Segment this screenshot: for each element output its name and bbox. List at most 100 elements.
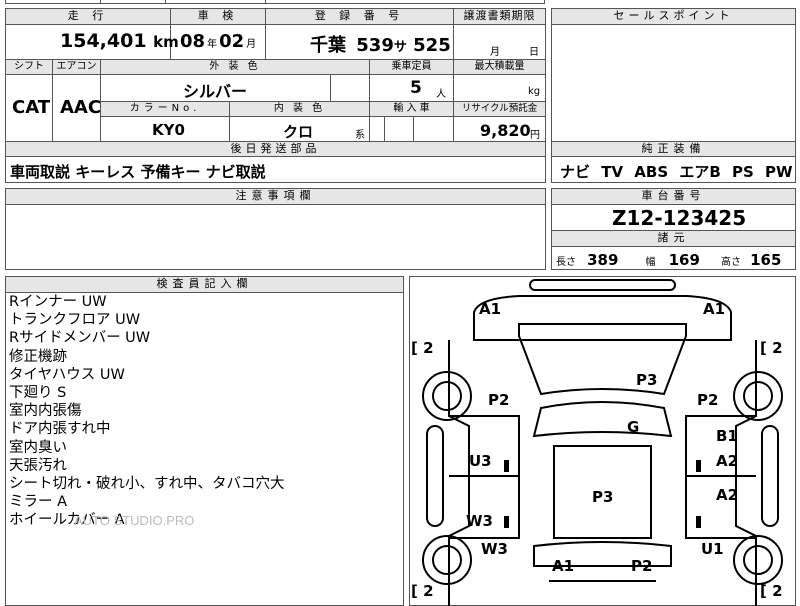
- equipment-header: 純正装備: [552, 142, 795, 157]
- mileage-number: 154,401: [60, 30, 147, 52]
- interior-color-value: クロ: [283, 123, 314, 141]
- mark-right-front-door-top: B1: [716, 427, 738, 445]
- vehicle-info-grid: [5, 8, 546, 142]
- inspector-header: 検査員記入欄: [6, 277, 403, 292]
- length-label: 長さ: [556, 257, 576, 268]
- inspector-note-item: シート切れ・破れ小、すれ中、タバコ穴大: [9, 476, 285, 493]
- inspector-note-item: Rインナー UW: [9, 294, 107, 310]
- sales-point-header: セールスポイント: [552, 9, 795, 24]
- mark-tire-fl: [ 2: [411, 339, 434, 357]
- inspector-note-item: トランクフロア UW: [9, 312, 141, 329]
- plate-header: 登 録 番 号: [266, 9, 453, 24]
- windshield: [532, 401, 673, 438]
- equipment-value: ナビ TV ABS エアB PS PW: [560, 163, 793, 181]
- inspector-note-item: Rサイドメンバー UW: [9, 330, 151, 347]
- mark-right-quarter: U1: [701, 540, 724, 558]
- handle-lf: [504, 460, 509, 472]
- recycle-header: リサイクル預託金: [454, 102, 545, 116]
- tire-fr-value: 2: [772, 339, 783, 357]
- front-bumper-outline: [473, 295, 732, 341]
- caution-header: 注意事項欄: [6, 189, 545, 204]
- mark-front-right: A1: [703, 300, 726, 318]
- mark-left-quarter: W3: [481, 540, 508, 558]
- inspector-note-item: 下廻り S: [9, 385, 67, 402]
- shaken-month: 02: [219, 31, 245, 52]
- exterior-color-value: シルバー: [183, 82, 248, 101]
- mark-windshield: G: [627, 418, 640, 436]
- interior-color-unit: 系: [355, 130, 365, 141]
- tire-rl-value: 2: [423, 582, 434, 600]
- mileage-value: 154,401 km: [60, 30, 179, 52]
- shift-value: CAT: [12, 97, 51, 118]
- top-partial-row: [5, 0, 545, 4]
- handle-rf: [696, 460, 701, 472]
- wheel-front-left: [432, 381, 462, 411]
- mark-left-front-door: U3: [469, 452, 492, 470]
- mark-roof: P3: [592, 488, 614, 506]
- color-no-header: カラーNo.: [101, 102, 229, 116]
- shaken-month-unit: 月: [246, 39, 257, 50]
- inspector-note-item: ミラー A: [9, 494, 68, 511]
- mark-rear-right: P2: [631, 557, 653, 575]
- plate-kana: サ: [393, 40, 407, 55]
- mark-tire-fr: [ 2: [760, 339, 783, 357]
- inspector-notes: Rインナー UW トランクフロア UW Rサイドメンバー UW 修正機跡 タイヤハウス …: [9, 293, 285, 530]
- right-sill: [761, 425, 779, 527]
- mark-tire-rl: [ 2: [411, 582, 434, 600]
- aircon-header: エアコン: [53, 60, 100, 74]
- tire-front-left: [422, 371, 472, 421]
- mark-left-fender: P2: [488, 391, 510, 409]
- length-value: 389: [587, 251, 619, 269]
- transfer-day: 日: [529, 47, 539, 58]
- watermark: AUTO STUDIO.PRO: [74, 513, 195, 528]
- inspector-note-item: 室内内張傷: [9, 403, 82, 420]
- capacity-unit: 人: [436, 89, 446, 100]
- maxload-header: 最大積載量: [454, 60, 545, 74]
- handle-lr: [504, 516, 509, 528]
- later-parts-header: 後日発送部品: [6, 142, 545, 157]
- aircon-value: AAC: [60, 97, 102, 118]
- capacity-value: 5: [410, 78, 422, 98]
- plate-region: 千葉: [310, 35, 346, 56]
- shaken-header: 車 検: [171, 9, 265, 24]
- mark-tire-rr: [ 2: [760, 582, 783, 600]
- car-diagram: [422, 279, 783, 606]
- mark-front-left: A1: [479, 300, 502, 318]
- height-value: 165: [750, 251, 782, 269]
- tire-rear-left: [422, 535, 472, 585]
- mark-rear-left: A1: [552, 557, 575, 575]
- plate-value: 千葉 539サ 525: [310, 31, 451, 57]
- wheel-front-right: [743, 381, 773, 411]
- height-label: 高さ: [721, 257, 741, 268]
- tire-front-right: [733, 371, 783, 421]
- interior-header: 内 装 色: [230, 102, 369, 116]
- dimensions-row: 長さ 389 幅 169 高さ 165: [556, 250, 781, 269]
- mark-right-rear-door: A2: [716, 486, 739, 504]
- recycle-fee-value: 9,820: [480, 121, 531, 140]
- mileage-header: 走 行: [6, 9, 170, 24]
- left-sill: [426, 425, 444, 527]
- maxload-unit: kg: [528, 86, 541, 97]
- transfer-header: 譲渡書類期限: [454, 9, 545, 24]
- inspector-note-item: 天張汚れ: [9, 457, 67, 474]
- mileage-unit: km: [153, 33, 179, 51]
- import-header: 輸 入 車: [370, 102, 453, 116]
- front-bumper: [529, 279, 676, 291]
- later-parts-value: 車両取説 キーレス 予備キー ナビ取説: [10, 163, 266, 181]
- inspector-note-item: タイヤハウス UW: [9, 366, 125, 383]
- mark-hood: P3: [636, 371, 658, 389]
- wheel-rear-right: [743, 545, 773, 575]
- inspector-note-item: 室内臭い: [9, 439, 67, 456]
- tire-rear-right: [733, 535, 783, 585]
- wheel-rear-left: [432, 545, 462, 575]
- hood: [518, 323, 687, 396]
- inspector-note-item: ドア内張すれ中: [9, 421, 111, 438]
- mark-right-fender: P2: [697, 391, 719, 409]
- exterior-header: 外 装 色: [101, 60, 369, 74]
- chassis-number: Z12-123425: [612, 206, 747, 230]
- shaken-year-unit: 年: [207, 39, 218, 50]
- width-label: 幅: [645, 257, 656, 268]
- color-no-value: KY0: [152, 121, 185, 139]
- plate-serial: 525: [413, 35, 451, 56]
- width-value: 169: [668, 251, 700, 269]
